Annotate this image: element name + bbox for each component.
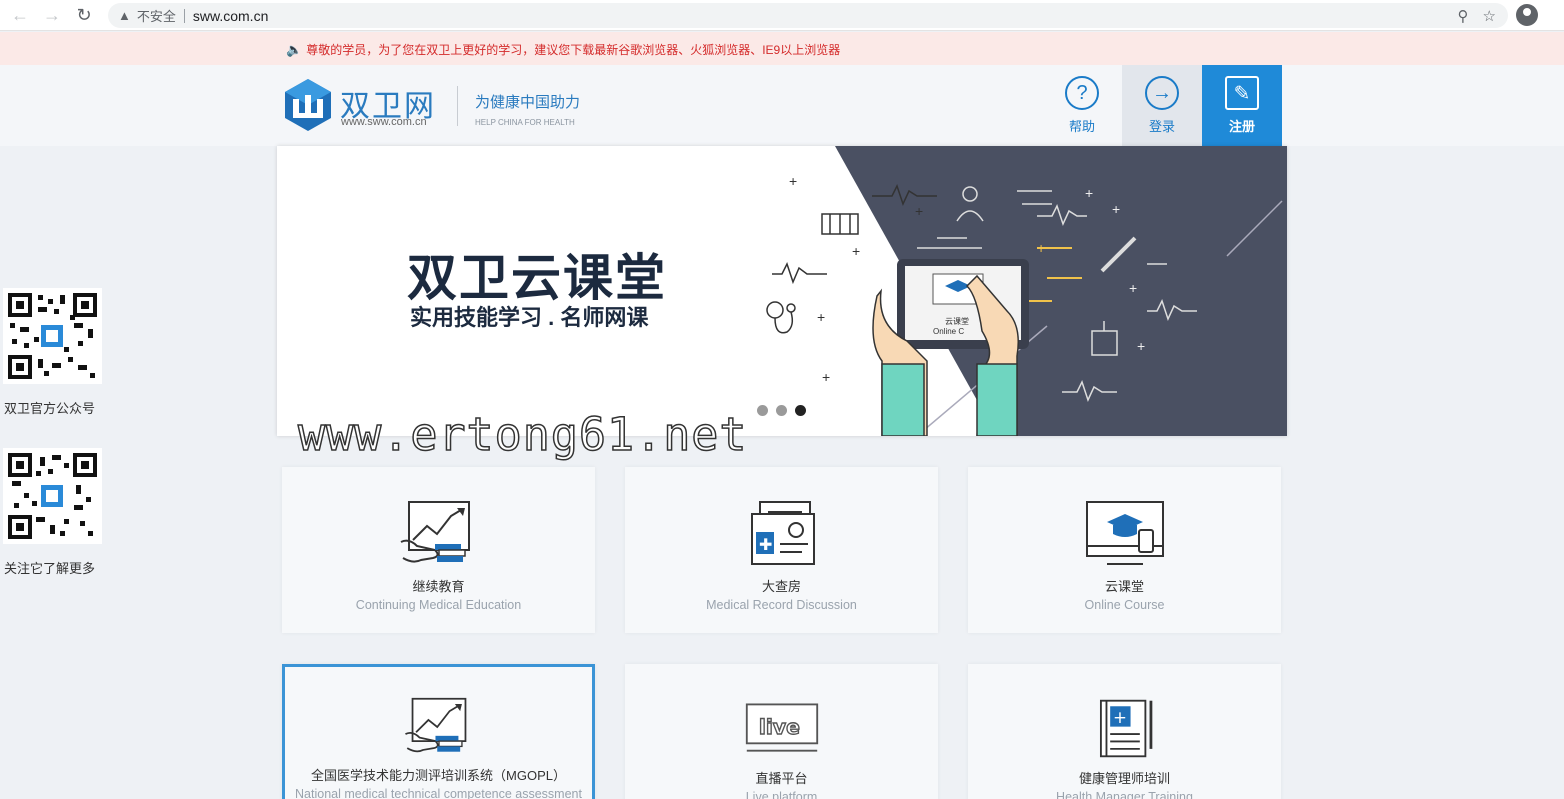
omnibox-separator xyxy=(183,8,185,23)
url-text[interactable]: sww.com.cn xyxy=(193,8,268,24)
svg-text:+: + xyxy=(1137,338,1145,354)
card-live-platform[interactable]: live 直播平台 Live platform xyxy=(625,664,938,799)
qr-code-icon xyxy=(8,453,97,539)
card-health-manager[interactable]: + 健康管理师培训 Health Manager Training xyxy=(968,664,1281,799)
address-bar[interactable]: ▲ 不安全 sww.com.cn ⚲ ☆ xyxy=(108,3,1508,28)
card-subtitle: Online Course xyxy=(1084,598,1165,612)
card-online-course[interactable]: 云课堂 Online Course xyxy=(968,467,1281,633)
svg-text:+: + xyxy=(1129,280,1137,296)
logo-url: www.sww.com.cn xyxy=(341,116,427,128)
carousel-dot-3[interactable] xyxy=(795,405,806,416)
svg-text:+: + xyxy=(1112,708,1126,727)
svg-text:✚: ✚ xyxy=(759,535,772,554)
svg-text:+: + xyxy=(789,173,797,189)
help-button[interactable]: ? 帮助 xyxy=(1042,65,1122,146)
medical-record-icon: ✚ xyxy=(750,501,815,565)
register-label: 注册 xyxy=(1228,119,1255,134)
qr-code-official xyxy=(3,288,102,384)
card-subtitle: Live platform xyxy=(745,790,818,799)
card-title: 继续教育 xyxy=(412,579,465,594)
qr2-label: 关注它了解更多 xyxy=(4,561,96,576)
card-title: 全国医学技术能力测评培训系统（MGOPL） xyxy=(311,768,566,783)
help-label: 帮助 xyxy=(1068,119,1095,134)
chart-hand-books-icon xyxy=(404,697,466,753)
monitor-graduation-cap-icon xyxy=(1085,501,1164,565)
carousel-dot-1[interactable] xyxy=(757,405,768,416)
key-icon[interactable]: ⚲ xyxy=(1458,7,1469,25)
qr1-label: 双卫官方公众号 xyxy=(4,401,96,416)
tablet-label: 云课堂 xyxy=(945,317,969,326)
svg-text:+: + xyxy=(1112,201,1120,217)
star-bookmark-icon[interactable]: ☆ xyxy=(1483,7,1496,25)
slogan-en: HELP CHINA FOR HEALTH xyxy=(475,118,575,127)
insecure-label: 不安全 xyxy=(136,9,176,24)
qr-code-follow xyxy=(3,448,102,544)
svg-text:+: + xyxy=(1037,240,1045,256)
svg-text:+: + xyxy=(915,203,923,219)
live-tv-icon: live xyxy=(745,703,818,752)
forward-arrow-icon[interactable]: → xyxy=(36,0,68,31)
svg-text:live: live xyxy=(758,715,799,739)
chart-hand-books-icon xyxy=(400,501,470,563)
health-notebook-icon: + xyxy=(1099,699,1152,758)
card-mgopl[interactable]: 全国医学技术能力测评培训系统（MGOPL） National medical t… xyxy=(282,664,595,799)
carousel-dots xyxy=(757,405,806,416)
card-subtitle: Health Manager Training xyxy=(1056,790,1193,799)
qr-code-icon xyxy=(8,293,97,379)
header-divider xyxy=(457,86,458,126)
card-title: 健康管理师培训 xyxy=(1078,771,1170,786)
slogan: 为健康中国助力 xyxy=(475,94,581,111)
logo-icon[interactable] xyxy=(283,77,333,133)
watermark-text: www.ertong61.net xyxy=(297,407,748,462)
banner-subtitle: 实用技能学习 . 名师网课 xyxy=(410,305,649,330)
card-medical-record[interactable]: ✚ 大查房 Medical Record Discussion xyxy=(625,467,938,633)
card-subtitle: National medical technical competence as… xyxy=(295,787,582,799)
site-header: 双卫网 www.sww.com.cn 为健康中国助力 HELP CHINA FO… xyxy=(0,65,1564,146)
notice-text: 尊敬的学员，为了您在双卫上更好的学习，建议您下载最新谷歌浏览器、火狐浏览器、IE… xyxy=(306,43,841,57)
arrow-right-circle-icon: → xyxy=(1145,76,1179,110)
svg-text:+: + xyxy=(822,369,830,385)
browser-toolbar: ← → ↻ ▲ 不安全 sww.com.cn ⚲ ☆ xyxy=(0,0,1564,31)
login-label: 登录 xyxy=(1148,119,1175,134)
card-subtitle: Medical Record Discussion xyxy=(706,598,857,612)
tablet-label-en: Online C xyxy=(933,327,965,336)
hero-banner[interactable]: + + + + + + + + + + 双卫云课堂 实用技能学习 . 名师网课 云课堂 Onl… xyxy=(277,146,1287,436)
login-button[interactable]: → 登录 xyxy=(1122,65,1202,146)
card-title: 云课堂 xyxy=(1104,579,1144,594)
carousel-dot-2[interactable] xyxy=(776,405,787,416)
svg-text:+: + xyxy=(817,309,825,325)
question-mark-icon: ? xyxy=(1065,76,1099,110)
warning-triangle-icon[interactable]: ▲ xyxy=(118,8,131,23)
reload-icon[interactable]: ↻ xyxy=(68,0,100,31)
card-title: 大查房 xyxy=(761,579,801,594)
speaker-icon: 🔈 xyxy=(286,41,303,57)
card-subtitle: Continuing Medical Education xyxy=(355,598,522,612)
back-arrow-icon[interactable]: ← xyxy=(4,0,36,31)
card-title: 直播平台 xyxy=(755,771,808,786)
edit-form-icon: ✎ xyxy=(1225,76,1259,110)
profile-avatar-icon[interactable] xyxy=(1516,4,1538,26)
svg-text:+: + xyxy=(1085,185,1093,201)
register-button[interactable]: ✎ 注册 xyxy=(1202,65,1282,146)
browser-notice-bar: 🔈 尊敬的学员，为了您在双卫上更好的学习，建议您下载最新谷歌浏览器、火狐浏览器、… xyxy=(0,32,1564,65)
svg-text:+: + xyxy=(852,243,860,259)
card-continuing-education[interactable]: 继续教育 Continuing Medical Education xyxy=(282,467,595,633)
